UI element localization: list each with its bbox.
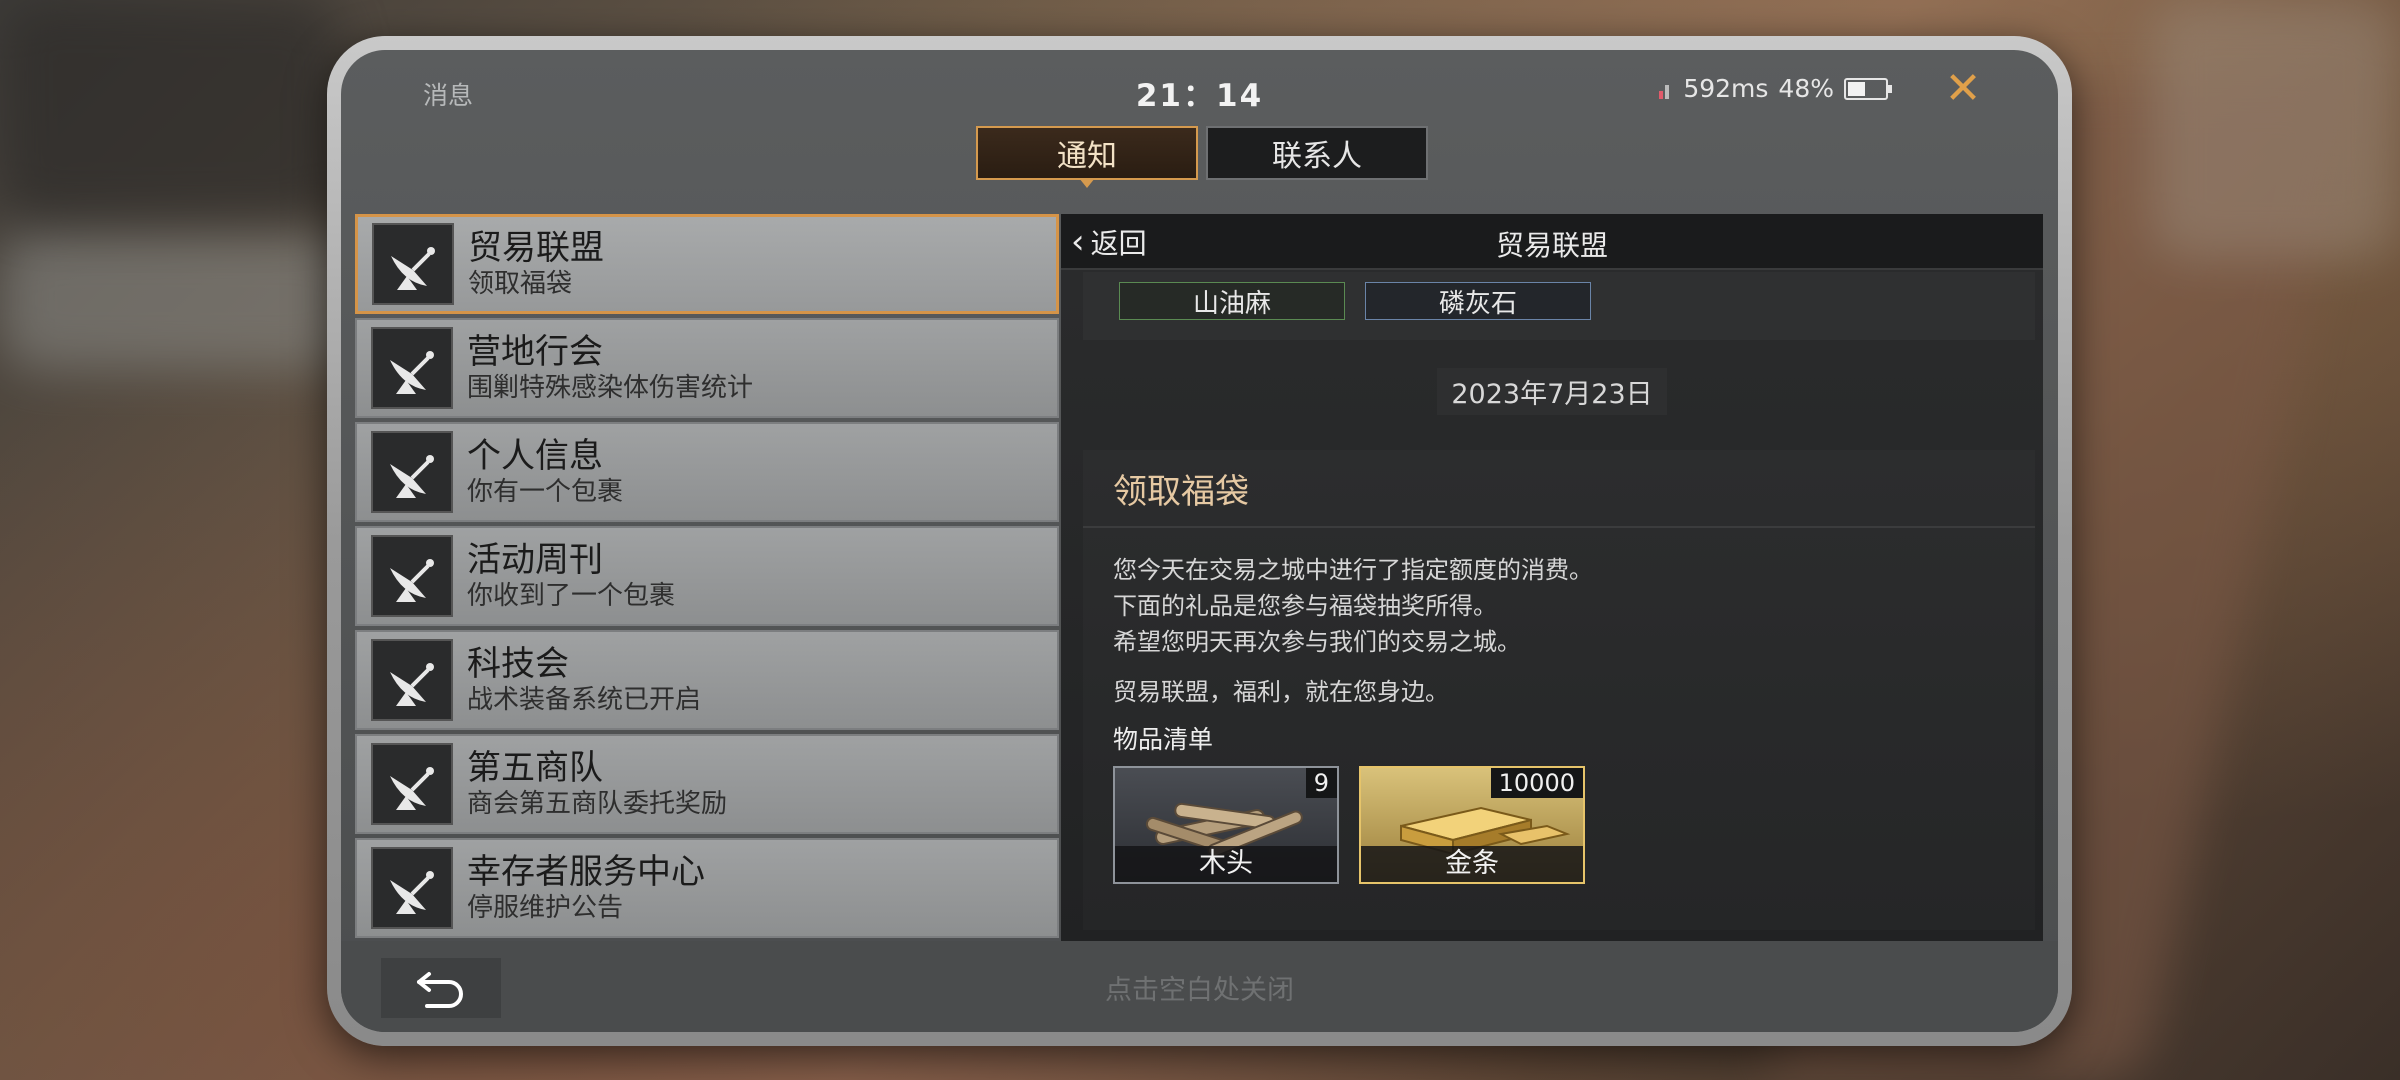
background-blur xyxy=(0,230,360,370)
mail-item-title: 幸存者服务中心 xyxy=(467,852,705,892)
mail-item-subtitle: 围剿特殊感染体伤害统计 xyxy=(467,373,754,403)
status-indicators: 592ms 48% xyxy=(1659,74,1892,103)
mail-list[interactable]: 贸易联盟 领取福袋 营地行会 围剿特殊感染体伤害统计 个人信息 你有一个包裹 活… xyxy=(355,214,1059,941)
message-screen: 消息 21：14 592ms 48% ✕ 通知 联系人 贸易联盟 领取福袋 营地… xyxy=(341,50,2058,1032)
mail-item-subtitle: 商会第五商队委托奖励 xyxy=(467,789,728,819)
reward-count: 10000 xyxy=(1490,768,1583,798)
reward-name: 金条 xyxy=(1361,846,1583,882)
reward-count: 9 xyxy=(1305,768,1337,798)
satellite-dish-icon xyxy=(371,743,453,825)
tab-bar: 通知 联系人 xyxy=(976,126,1428,188)
mail-signoff: 贸易联盟，福利，就在您身边。 xyxy=(1113,678,1449,706)
detail-header: ‹ 返回 贸易联盟 xyxy=(1061,214,2043,270)
tab-notifications[interactable]: 通知 xyxy=(976,126,1198,188)
mail-item-subtitle: 你有一个包裹 xyxy=(467,477,624,507)
battery-label: 48% xyxy=(1778,74,1834,103)
satellite-dish-icon xyxy=(371,535,453,617)
date-divider: 2023年7月23日 xyxy=(1061,368,2043,415)
mail-item-fifth-caravan[interactable]: 第五商队 商会第五商队委托奖励 xyxy=(355,734,1059,834)
background-blur xyxy=(0,0,340,220)
reward-item-gold-bar[interactable]: 10000 金条 xyxy=(1359,766,1585,884)
mail-item-title: 活动周刊 xyxy=(467,540,603,580)
satellite-dish-icon xyxy=(372,223,454,305)
mail-card: 领取福袋 您今天在交易之城中进行了指定额度的消费。 下面的礼品是您参与福袋抽奖所… xyxy=(1083,450,2035,930)
mail-item-title: 贸易联盟 xyxy=(468,228,604,268)
tab-contacts[interactable]: 联系人 xyxy=(1206,126,1428,180)
close-button[interactable]: ✕ xyxy=(1938,64,1988,114)
mail-item-subtitle: 战术装备系统已开启 xyxy=(467,685,702,715)
satellite-dish-icon xyxy=(371,431,453,513)
battery-icon xyxy=(1844,77,1892,100)
satellite-dish-icon xyxy=(371,327,453,409)
items-label: 物品清单 xyxy=(1113,725,1214,754)
mail-item-subtitle: 停服维护公告 xyxy=(467,893,624,923)
previous-mail-card: 山油麻 磷灰石 xyxy=(1083,272,2035,340)
mail-item-title: 营地行会 xyxy=(467,332,603,372)
reward-chip[interactable]: 山油麻 xyxy=(1119,282,1345,320)
mail-item-title: 第五商队 xyxy=(467,748,603,788)
mail-item-title: 科技会 xyxy=(467,644,569,684)
mail-body: 您今天在交易之城中进行了指定额度的消费。 下面的礼品是您参与福袋抽奖所得。 希望… xyxy=(1083,528,2035,884)
reward-name: 木头 xyxy=(1115,846,1337,882)
mail-body-line: 您今天在交易之城中进行了指定额度的消费。 xyxy=(1113,556,1593,584)
reward-chip[interactable]: 磷灰石 xyxy=(1365,282,1591,320)
mail-body-line: 希望您明天再次参与我们的交易之城。 xyxy=(1113,628,1521,656)
satellite-dish-icon xyxy=(371,847,453,929)
detail-title: 贸易联盟 xyxy=(1495,229,1608,262)
mail-item-event-weekly[interactable]: 活动周刊 你收到了一个包裹 xyxy=(355,526,1059,626)
mail-detail-panel[interactable]: ‹ 返回 贸易联盟 山油麻 磷灰石 2023年7月23日 领取福袋 您今天在交易… xyxy=(1061,214,2043,941)
mail-item-personal-info[interactable]: 个人信息 你有一个包裹 xyxy=(355,422,1059,522)
tap-to-close-hint[interactable]: 点击空白处关闭 xyxy=(341,968,2058,1007)
mail-item-subtitle: 领取福袋 xyxy=(468,269,573,299)
mail-item-survivor-service[interactable]: 幸存者服务中心 停服维护公告 xyxy=(355,838,1059,938)
satellite-dish-icon xyxy=(371,639,453,721)
reward-item-wood[interactable]: 9 木头 xyxy=(1113,766,1339,884)
mail-item-tech-council[interactable]: 科技会 战术装备系统已开启 xyxy=(355,630,1059,730)
ping-label: 592ms xyxy=(1683,74,1769,103)
reward-list: 9 木头 10000 金条 xyxy=(1113,766,2005,884)
mail-item-subtitle: 你收到了一个包裹 xyxy=(467,581,676,611)
background-blur xyxy=(2150,0,2400,260)
mail-item-title: 个人信息 xyxy=(467,436,603,476)
mail-title: 领取福袋 xyxy=(1083,450,2035,528)
signal-icon xyxy=(1659,79,1673,99)
mail-date: 2023年7月23日 xyxy=(1437,368,1667,415)
mail-item-trade-alliance[interactable]: 贸易联盟 领取福袋 xyxy=(355,214,1059,314)
mail-item-camp-guild[interactable]: 营地行会 围剿特殊感染体伤害统计 xyxy=(355,318,1059,418)
mail-body-line: 下面的礼品是您参与福袋抽奖所得。 xyxy=(1113,592,1497,620)
